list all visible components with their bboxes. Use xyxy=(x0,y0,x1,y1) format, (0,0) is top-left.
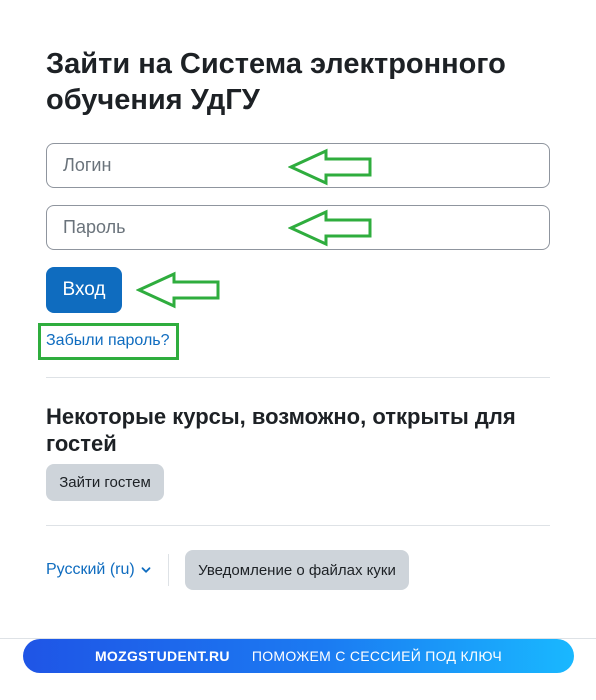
forgot-password-link[interactable]: Забыли пароль? xyxy=(46,331,170,351)
login-button[interactable]: Вход xyxy=(46,267,122,313)
guest-login-button[interactable]: Зайти гостем xyxy=(46,464,164,501)
page-title: Зайти на Система электронного обучения У… xyxy=(46,48,506,116)
divider xyxy=(46,377,550,378)
chevron-down-icon xyxy=(141,567,151,573)
guest-access-heading: Некоторые курсы, возможно, открыты для г… xyxy=(46,404,516,456)
language-label: Русский (ru) xyxy=(46,561,135,578)
banner-brand: MOZGSTUDENT.RU xyxy=(94,648,230,664)
language-selector[interactable]: Русский (ru) xyxy=(46,559,151,581)
cookies-notice-button[interactable]: Уведомление о файлах куки xyxy=(185,550,409,590)
promo-banner[interactable]: MOZGSTUDENT.RU ПОМОЖЕМ С СЕССИЕЙ ПОД КЛЮ… xyxy=(23,639,574,673)
banner-text: ПОМОЖЕМ С СЕССИЕЙ ПОД КЛЮЧ xyxy=(251,648,503,664)
left-arrow-icon xyxy=(136,271,220,309)
divider xyxy=(46,525,550,526)
left-arrow-icon xyxy=(288,209,372,247)
login-card: Зайти на Система электронного обучения У… xyxy=(0,0,596,639)
left-arrow-icon xyxy=(288,148,372,186)
login-page: Зайти на Система электронного обучения У… xyxy=(0,0,596,700)
footer-separator xyxy=(168,554,169,586)
